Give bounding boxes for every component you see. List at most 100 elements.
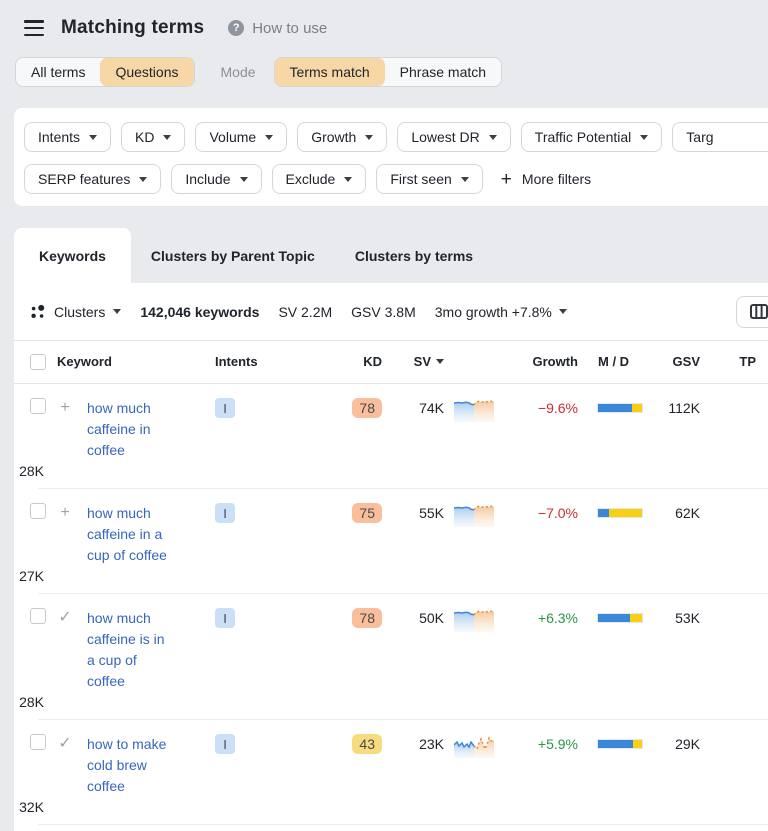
mobile-share-segment: [598, 614, 630, 622]
all-terms-button[interactable]: All terms: [16, 58, 100, 86]
terms-match-button[interactable]: Terms match: [275, 58, 385, 86]
select-all-checkbox[interactable]: [30, 354, 46, 370]
mobile-desktop-bar: [598, 740, 642, 748]
volume-filter[interactable]: Volume: [195, 122, 287, 152]
first-seen-filter[interactable]: First seen: [376, 164, 482, 194]
tab-keywords[interactable]: Keywords: [14, 228, 131, 283]
keywords-table-card: Clusters 142,046 keywords SV 2.2M GSV 3.…: [14, 283, 768, 831]
match-mode-group: Terms match Phrase match: [274, 57, 503, 87]
growth-value: −9.6%: [500, 398, 584, 418]
gsv-value: 112K: [650, 398, 706, 418]
table-row: + how much caffeine in coffee I 78 74K −…: [14, 384, 768, 489]
row-checkbox[interactable]: [30, 503, 46, 519]
target-filter-label: Targ: [686, 129, 713, 145]
kd-filter[interactable]: KD: [121, 122, 185, 152]
column-header-tp[interactable]: TP: [706, 354, 762, 369]
intents-filter[interactable]: Intents: [24, 122, 111, 152]
add-state-icon[interactable]: +: [50, 503, 80, 523]
sv-value: 74K: [388, 398, 450, 418]
exclude-filter-label: Exclude: [286, 171, 336, 187]
tab-clusters-by-terms[interactable]: Clusters by terms: [335, 228, 493, 283]
desktop-share-segment: [633, 740, 642, 748]
traffic-potential-filter-label: Traffic Potential: [535, 129, 632, 145]
desktop-share-segment: [630, 614, 642, 622]
mode-label: Mode: [221, 64, 256, 80]
tab-clusters-by-parent-topic[interactable]: Clusters by Parent Topic: [131, 228, 335, 283]
add-state-icon[interactable]: +: [50, 398, 80, 418]
row-checkbox[interactable]: [30, 608, 46, 624]
table-row: + how much caffeine in a cup of coffee I…: [14, 489, 768, 594]
column-header-keyword[interactable]: Keyword: [50, 354, 202, 369]
column-header-growth[interactable]: Growth: [500, 354, 584, 369]
keyword-link[interactable]: how to make cold brew coffee: [87, 734, 166, 797]
app-header: Matching terms ? How to use: [0, 0, 768, 42]
column-header-md[interactable]: M / D: [584, 354, 650, 369]
intent-badge: I: [215, 734, 235, 754]
chevron-down-icon: [89, 135, 97, 140]
keyword-link[interactable]: how much caffeine in coffee: [87, 398, 151, 461]
traffic-potential-filter[interactable]: Traffic Potential: [521, 122, 663, 152]
add-state-icon[interactable]: ✓: [50, 734, 80, 754]
kd-badge: 43: [352, 734, 382, 754]
trend-sparkline: [450, 501, 500, 532]
intent-badge: I: [215, 398, 235, 418]
desktop-share-segment: [609, 509, 642, 517]
mode-bar: All terms Questions Mode Terms match Phr…: [15, 57, 768, 87]
keyword-link[interactable]: how much caffeine is in a cup of coffee: [87, 608, 165, 692]
column-header-intents[interactable]: Intents: [202, 354, 312, 369]
growth-dropdown-label: 3mo growth +7.8%: [435, 304, 552, 320]
target-filter[interactable]: Targ: [672, 122, 768, 152]
clusters-icon: [30, 304, 46, 320]
desktop-share-segment: [632, 404, 642, 412]
keyword-link[interactable]: how much caffeine in a cup of coffee: [87, 503, 167, 566]
questions-button[interactable]: Questions: [100, 58, 193, 86]
gsv-value: 62K: [650, 503, 706, 523]
tp-value: 27K: [14, 566, 50, 586]
column-header-gsv[interactable]: GSV: [650, 354, 706, 369]
growth-value: +6.3%: [500, 608, 584, 628]
exclude-filter[interactable]: Exclude: [272, 164, 367, 194]
chevron-down-icon: [240, 177, 248, 182]
serp-features-filter-label: SERP features: [38, 171, 130, 187]
clusters-dropdown[interactable]: Clusters: [30, 304, 121, 320]
menu-icon[interactable]: [24, 20, 44, 36]
mobile-share-segment: [598, 740, 633, 748]
how-to-use-link[interactable]: ? How to use: [228, 20, 327, 37]
chevron-down-icon: [461, 177, 469, 182]
column-header-kd[interactable]: KD: [312, 354, 388, 369]
tp-value: 28K: [14, 461, 50, 481]
terms-filter-group: All terms Questions: [15, 57, 195, 87]
column-header-sv[interactable]: SV: [388, 354, 450, 369]
intent-badge: I: [215, 608, 235, 628]
matching-terms-page: Matching terms ? How to use All terms Qu…: [0, 0, 768, 831]
table-toolbar: Clusters 142,046 keywords SV 2.2M GSV 3.…: [14, 283, 768, 340]
more-filters-button[interactable]: +More filters: [501, 170, 591, 189]
plus-icon: +: [501, 170, 512, 189]
row-checkbox[interactable]: [30, 734, 46, 750]
sv-header-label: SV: [414, 354, 431, 369]
columns-button[interactable]: [736, 296, 768, 328]
trend-sparkline: [450, 606, 500, 637]
chevron-down-icon: [139, 177, 147, 182]
lowest-dr-filter[interactable]: Lowest DR: [397, 122, 510, 152]
lowest-dr-filter-label: Lowest DR: [411, 129, 479, 145]
include-filter[interactable]: Include: [171, 164, 261, 194]
sv-value: 23K: [388, 734, 450, 754]
add-state-icon[interactable]: ✓: [50, 608, 80, 628]
phrase-match-button[interactable]: Phrase match: [385, 58, 501, 86]
growth-dropdown[interactable]: 3mo growth +7.8%: [435, 304, 567, 320]
include-filter-label: Include: [185, 171, 230, 187]
columns-icon: [750, 304, 768, 319]
mobile-share-segment: [598, 404, 632, 412]
row-checkbox[interactable]: [30, 398, 46, 414]
chevron-down-icon: [489, 135, 497, 140]
filters-row-1: Intents KD Volume Growth Lowest DR Traff…: [24, 122, 768, 152]
table-row: ✓ how much caffeine is in a cup of coffe…: [14, 594, 768, 720]
kd-filter-label: KD: [135, 129, 154, 145]
chevron-down-icon: [559, 309, 567, 314]
sort-desc-icon: [436, 359, 444, 364]
chevron-down-icon: [113, 309, 121, 314]
growth-filter[interactable]: Growth: [297, 122, 387, 152]
mobile-share-segment: [598, 509, 609, 517]
serp-features-filter[interactable]: SERP features: [24, 164, 161, 194]
